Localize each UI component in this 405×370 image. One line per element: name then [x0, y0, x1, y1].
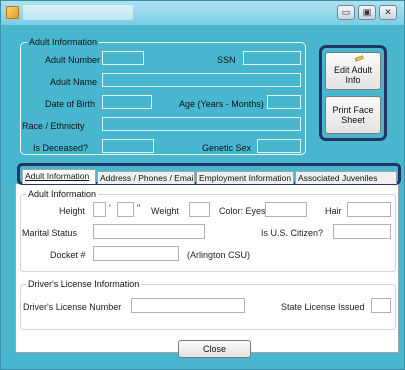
ssn-label: SSN [217, 55, 236, 65]
drivers-license-legend: Driver's License Information [26, 279, 142, 289]
drivers-license-number-field[interactable] [131, 298, 245, 313]
close-icon: ✕ [384, 7, 392, 17]
drivers-license-number-label: Driver's License Number [23, 302, 122, 312]
tab-address-phones-email[interactable]: Address / Phones / Email [97, 171, 195, 184]
title-bar: ▭ ▣ ✕ [1, 1, 404, 25]
window-title-area [23, 5, 133, 20]
height-inches-field[interactable] [117, 202, 134, 217]
adult-number-field[interactable] [102, 51, 144, 65]
us-citizen-label: Is U.S. Citizen? [261, 228, 324, 238]
genetic-sex-label: Genetic Sex [202, 143, 252, 153]
tab-employment-information[interactable]: Employment Information [196, 171, 294, 184]
eye-color-field[interactable] [265, 202, 307, 217]
inch-mark: " [137, 203, 141, 213]
adult-name-field[interactable] [102, 73, 301, 87]
edit-adult-info-label: Edit Adult Info [333, 65, 373, 85]
tab-address-label: Address / Phones / Email [100, 173, 195, 183]
weight-label: Weight [151, 206, 179, 216]
docket-label: Docket # [50, 250, 86, 260]
ssn-field[interactable] [243, 51, 301, 65]
marital-status-field[interactable] [93, 224, 205, 239]
tab-associated-juveniles-label: Associated Juveniles [298, 173, 378, 183]
tab-adult-info-legend: Adult Information [26, 189, 99, 199]
tab-panel: Adult Information Height ' " Weight Colo… [15, 183, 399, 353]
tab-adult-information[interactable]: Adult Information [22, 169, 96, 184]
color-eyes-label: Color: Eyes [219, 206, 266, 216]
race-label: Race / Ethnicity [22, 121, 85, 131]
minimize-icon: ▭ [341, 7, 351, 17]
marital-status-label: Marital Status [22, 228, 78, 238]
print-face-sheet-label: Print Face Sheet [332, 105, 374, 125]
deceased-label: Is Deceased? [33, 143, 89, 153]
adult-name-label: Adult Name [50, 77, 98, 87]
hair-label: Hair [325, 206, 342, 216]
adult-number-label: Adult Number [45, 55, 101, 65]
genetic-sex-field[interactable] [257, 139, 301, 153]
minimize-button[interactable]: ▭ [337, 5, 355, 20]
close-window-button[interactable]: ✕ [379, 5, 397, 20]
weight-field[interactable] [189, 202, 210, 217]
adult-info-legend: Adult Information [27, 37, 100, 47]
app-window: ▭ ▣ ✕ Adult Information Adult Number SSN… [0, 0, 405, 370]
race-field[interactable] [102, 117, 301, 131]
age-label: Age (Years - Months) [179, 99, 264, 109]
deceased-field[interactable] [102, 139, 154, 153]
hair-color-field[interactable] [347, 202, 391, 217]
dob-field[interactable] [102, 95, 152, 109]
window-content: Adult Information Adult Number SSN Adult… [9, 31, 401, 365]
close-button[interactable]: Close [178, 340, 251, 358]
adult-info-group: Adult Information Adult Number SSN Adult… [20, 37, 306, 155]
pencil-icon [354, 55, 364, 62]
maximize-icon: ▣ [362, 7, 372, 17]
tab-adult-info-group: Adult Information Height ' " Weight Colo… [20, 189, 396, 272]
side-buttons-highlight: Edit Adult Info Print Face Sheet [319, 45, 387, 141]
feet-mark: ' [109, 203, 111, 213]
print-face-sheet-button[interactable]: Print Face Sheet [325, 96, 381, 134]
tab-associated-juveniles[interactable]: Associated Juveniles [295, 171, 397, 184]
tab-employment-label: Employment Information [199, 173, 292, 183]
tab-adult-information-label: Adult Information [25, 171, 90, 181]
drivers-license-group: Driver's License Information Driver's Li… [20, 279, 396, 330]
close-button-label: Close [202, 344, 226, 354]
app-icon [6, 6, 19, 19]
maximize-button[interactable]: ▣ [358, 5, 376, 20]
age-field[interactable] [267, 95, 301, 109]
height-feet-field[interactable] [93, 202, 106, 217]
us-citizen-field[interactable] [333, 224, 391, 239]
docket-note: (Arlington CSU) [187, 250, 251, 260]
state-license-issued-label: State License Issued [281, 302, 365, 312]
state-license-issued-field[interactable] [371, 298, 391, 313]
dob-label: Date of Birth [45, 99, 96, 109]
height-label: Height [59, 206, 86, 216]
tab-strip-highlight: Adult Information Address / Phones / Ema… [17, 163, 401, 185]
edit-adult-info-button[interactable]: Edit Adult Info [325, 52, 381, 90]
docket-field[interactable] [93, 246, 179, 261]
